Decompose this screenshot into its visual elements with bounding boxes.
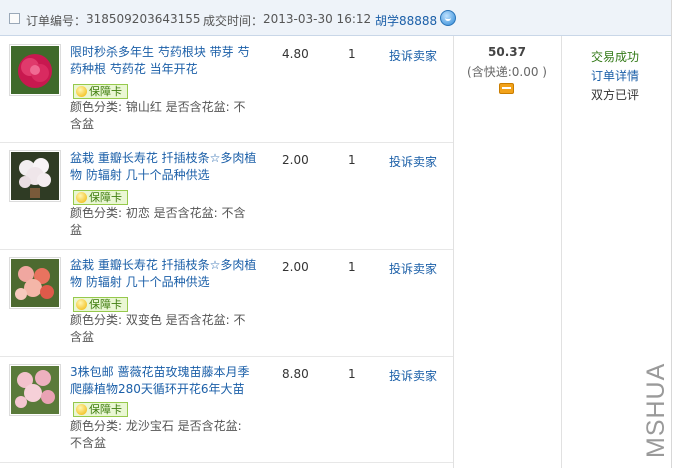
product-title-link[interactable]: 盆栽 重瓣长寿花 扦插枝条☆多肉植物 防辐射 几十个品种供选 [70,150,258,184]
product-attributes: 颜色分类: 双变色 是否含花盆: 不含盆 [70,313,246,344]
guarantee-card-badge[interactable]: 保障卡 [73,84,128,99]
guarantee-icon [76,404,87,415]
product-attributes: 颜色分类: 锦山红 是否含花盆: 不含盆 [70,100,246,131]
guarantee-card-badge[interactable]: 保障卡 [73,190,128,205]
product-thumbnail[interactable] [9,44,61,96]
order-item: 3株包邮 蔷薇花苗玫瑰苗藤本月季爬藤植物280天循环开花6年大苗 保障卡 颜色分… [0,357,453,463]
review-status: 双方已评 [590,88,639,102]
product-title-link[interactable]: 3株包邮 蔷薇花苗玫瑰苗藤本月季爬藤植物280天循环开花6年大苗 [70,364,258,398]
quantity: 1 [348,260,356,274]
order-number: 318509203643155 [86,12,201,26]
order-total: 50.37 (含快递:0.00 ) [453,45,561,94]
unit-price: 2.00 [282,260,309,274]
complain-seller-link[interactable]: 投诉卖家 [389,47,437,64]
column-divider [561,36,562,468]
peony-photo-icon [11,46,59,94]
guarantee-card-badge[interactable]: 保障卡 [73,402,128,417]
order-header: 订单编号： 318509203643155 成交时间： 2013-03-30 1… [0,0,671,36]
trade-status: 交易成功 [590,50,639,64]
guarantee-card-badge[interactable]: 保障卡 [73,297,128,312]
watermark-logo: MSHUA [642,363,670,458]
guarantee-icon [76,299,87,310]
product-attributes: 颜色分类: 龙沙宝石 是否含花盆: 不含盆 [70,419,242,450]
kalanchoe-photo-icon [11,259,59,307]
product-attributes: 颜色分类: 初恋 是否含花盆: 不含盆 [70,206,246,237]
product-thumbnail[interactable] [9,257,61,309]
unit-price: 4.80 [282,47,309,61]
product-title-link[interactable]: 限时秒杀多年生 芍药根块 带芽 芍药种根 芍药花 当年开花 [70,44,258,78]
order-detail-link[interactable]: 订单详情 [565,67,665,86]
shipping-fee: (含快递:0.00 ) [467,65,547,79]
deal-time: 2013-03-30 16:12 [263,12,372,26]
order-number-label: 订单编号： [26,14,87,28]
quantity: 1 [348,47,356,61]
product-thumbnail[interactable] [9,150,61,202]
guarantee-label: 保障卡 [89,298,122,311]
order-status: 交易成功 订单详情 双方已评 [565,48,665,105]
order-item: 盆栽 重瓣长寿花 扦插枝条☆多肉植物 防辐射 几十个品种供选 保障卡 颜色分类:… [0,250,453,356]
product-thumbnail[interactable] [9,364,61,416]
complain-seller-link[interactable]: 投诉卖家 [389,367,437,384]
guarantee-label: 保障卡 [89,191,122,204]
product-title-link[interactable]: 盆栽 重瓣长寿花 扦插枝条☆多肉植物 防辐射 几十个品种供选 [70,257,258,291]
unit-price: 2.00 [282,153,309,167]
quantity: 1 [348,367,356,381]
payment-card-icon [499,83,514,94]
guarantee-icon [76,86,87,97]
deal-time-label: 成交时间： [203,14,264,28]
column-divider [453,36,454,468]
guarantee-label: 保障卡 [89,403,122,416]
wangwang-chat-icon[interactable] [440,10,456,26]
total-amount: 50.37 [488,45,526,59]
unit-price: 8.80 [282,367,309,381]
complain-seller-link[interactable]: 投诉卖家 [389,260,437,277]
seller-name-link[interactable]: 胡学88888 [375,12,437,29]
svg-text:MSHUA: MSHUA [642,363,670,458]
order-item: 盆栽 重瓣长寿花 扦插枝条☆多肉植物 防辐射 几十个品种供选 保障卡 颜色分类:… [0,143,453,249]
order-panel: 订单编号： 318509203643155 成交时间： 2013-03-30 1… [0,0,672,468]
guarantee-icon [76,192,87,203]
row-divider [0,462,453,463]
rose-photo-icon [11,366,59,414]
complain-seller-link[interactable]: 投诉卖家 [389,153,437,170]
order-item: 限时秒杀多年生 芍药根块 带芽 芍药种根 芍药花 当年开花 保障卡 颜色分类: … [0,37,453,142]
kalanchoe-photo-icon [11,152,59,200]
select-order-checkbox[interactable] [9,13,20,24]
guarantee-label: 保障卡 [89,85,122,98]
quantity: 1 [348,153,356,167]
